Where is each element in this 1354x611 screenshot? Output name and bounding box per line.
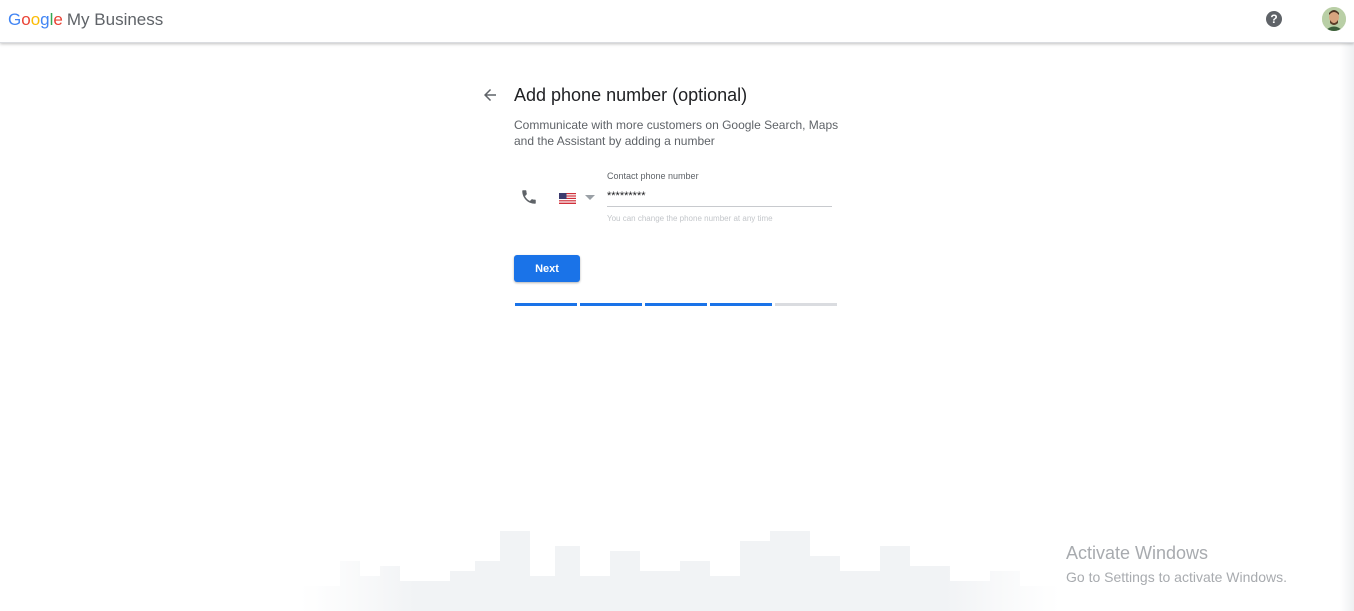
product-name: My Business (66, 10, 164, 29)
phone-number-input[interactable] (607, 186, 832, 207)
progress-step (775, 303, 837, 306)
avatar[interactable] (1322, 7, 1346, 31)
city-skyline-illustration (300, 531, 1060, 611)
user-avatar-icon (1322, 7, 1346, 31)
help-icon[interactable]: ? (1266, 11, 1282, 27)
phone-field-label: Contact phone number (607, 171, 699, 181)
watermark-subtitle: Go to Settings to activate Windows. (1066, 569, 1287, 585)
windows-activation-watermark: Activate Windows Go to Settings to activ… (1066, 543, 1287, 585)
country-dropdown-chevron-icon[interactable] (585, 195, 595, 200)
back-arrow-icon[interactable] (481, 86, 499, 104)
top-app-bar: Google My Business ? (0, 0, 1354, 43)
phone-icon (520, 188, 538, 206)
watermark-title: Activate Windows (1066, 543, 1209, 563)
progress-step (515, 303, 577, 306)
page-title: Add phone number (optional) (514, 85, 748, 105)
google-my-business-logo[interactable]: Google My Business (8, 10, 163, 30)
next-button[interactable]: Next (514, 255, 580, 282)
progress-step (710, 303, 772, 306)
google-wordmark: Google (8, 10, 63, 29)
page-description: Communicate with more customers on Googl… (514, 118, 839, 148)
page-edge-shadow (1340, 43, 1354, 611)
country-flag-us-icon[interactable] (559, 191, 576, 204)
progress-step (645, 303, 707, 306)
phone-field-hint: You can change the phone number at any t… (607, 214, 773, 223)
step-progress-bar (515, 303, 837, 306)
progress-step (580, 303, 642, 306)
